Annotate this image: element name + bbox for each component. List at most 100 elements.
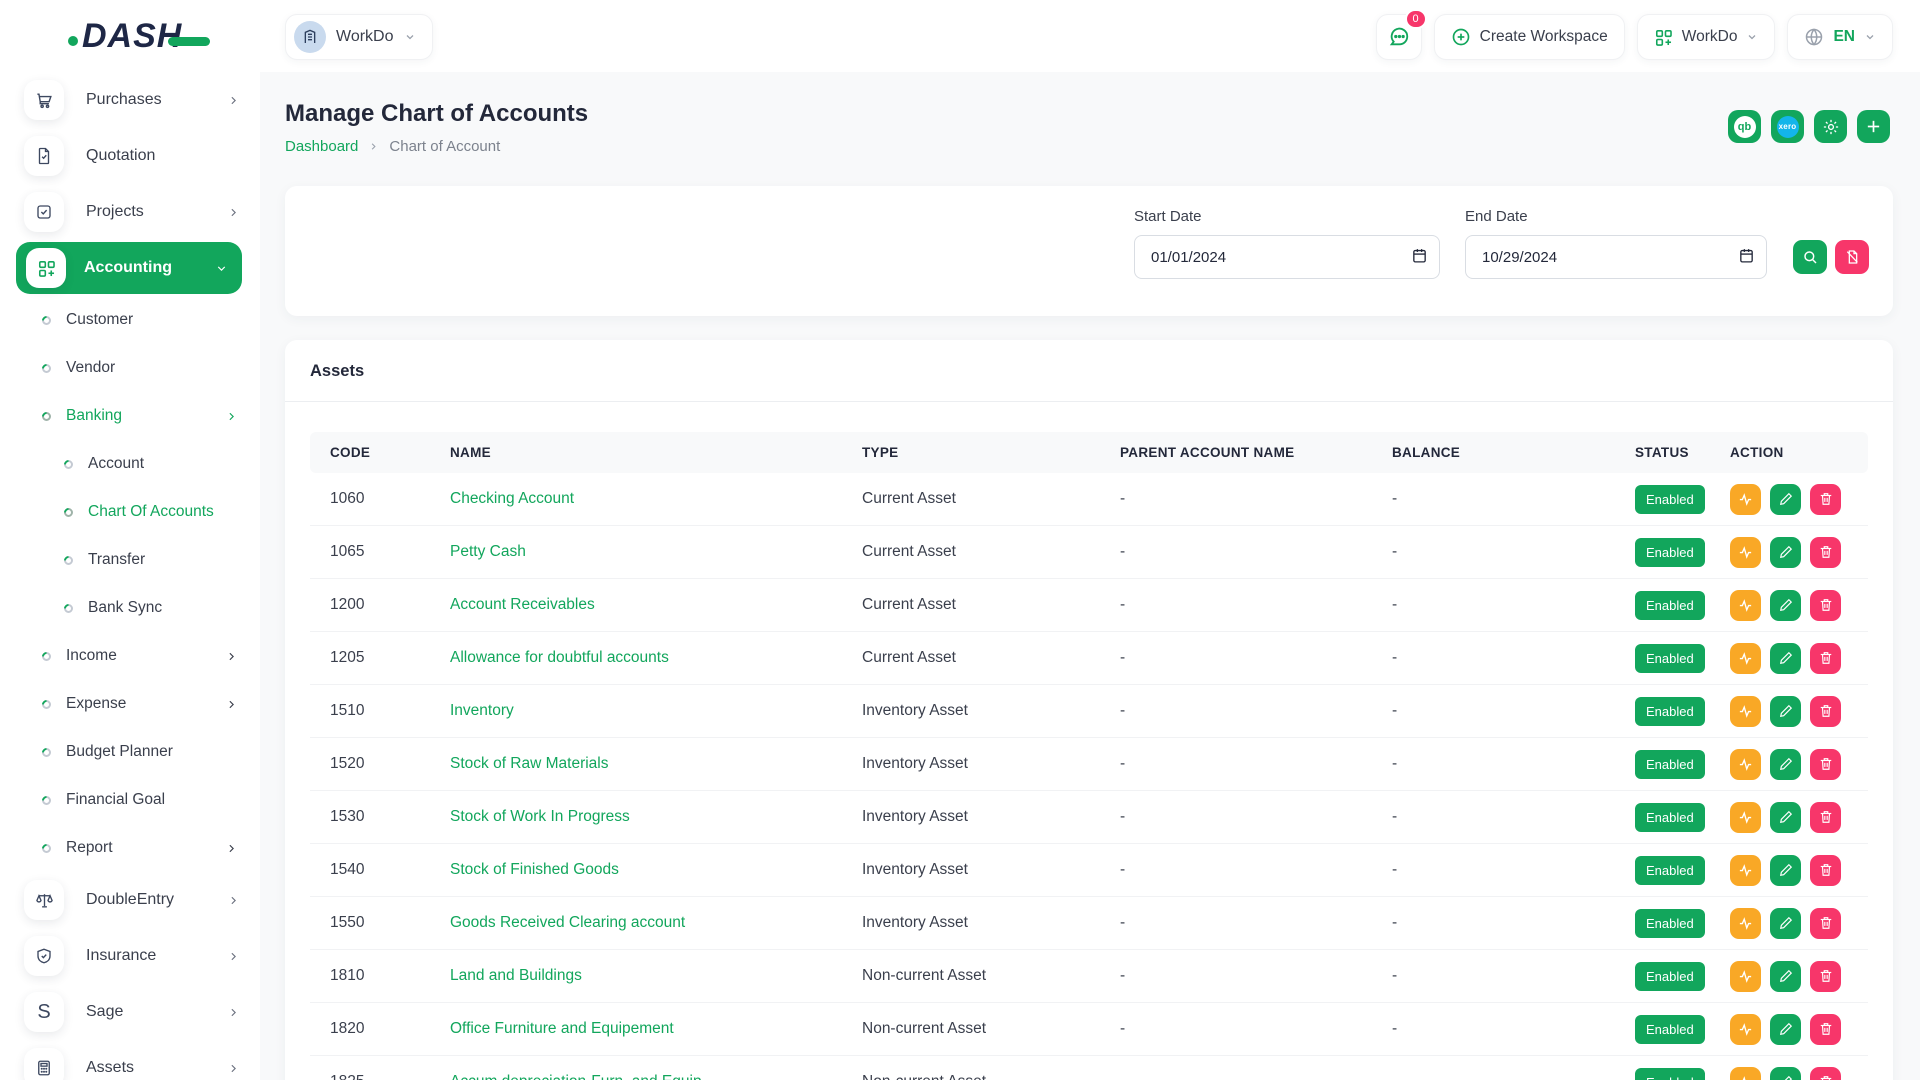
add-account-button[interactable]	[1857, 110, 1890, 143]
account-name-link[interactable]: Petty Cash	[450, 543, 526, 560]
edit-button[interactable]	[1770, 590, 1801, 621]
trash-icon	[1819, 810, 1833, 824]
activity-button[interactable]	[1730, 749, 1761, 780]
delete-button[interactable]	[1810, 537, 1841, 568]
edit-button[interactable]	[1770, 1067, 1801, 1080]
activity-button[interactable]	[1730, 855, 1761, 886]
workspace-switcher-label: WorkDo	[1682, 28, 1738, 46]
sidebar-item-bank-sync[interactable]: Bank Sync	[0, 584, 260, 632]
sidebar-item-assets[interactable]: Assets	[0, 1040, 260, 1080]
activity-button[interactable]	[1730, 908, 1761, 939]
edit-button[interactable]	[1770, 537, 1801, 568]
account-name-link[interactable]: Inventory	[450, 702, 514, 719]
account-name-link[interactable]: Stock of Work In Progress	[450, 808, 630, 825]
language-selector[interactable]: EN	[1787, 14, 1893, 60]
account-name-link[interactable]: Office Furniture and Equipement	[450, 1020, 674, 1037]
end-date-label: End Date	[1465, 208, 1767, 225]
edit-button[interactable]	[1770, 961, 1801, 992]
cell-parent-account: -	[1100, 473, 1372, 526]
status-badge: Enabled	[1635, 750, 1705, 779]
delete-button[interactable]	[1810, 961, 1841, 992]
account-name-link[interactable]: Stock of Finished Goods	[450, 861, 619, 878]
account-name-link[interactable]: Account Receivables	[450, 596, 595, 613]
sidebar-item-quotation[interactable]: Quotation	[0, 128, 260, 184]
create-workspace-button[interactable]: Create Workspace	[1434, 14, 1625, 60]
sidebar-item-doubleentry[interactable]: DoubleEntry	[0, 872, 260, 928]
sidebar-item-transfer[interactable]: Transfer	[0, 536, 260, 584]
reset-filter-button[interactable]	[1835, 240, 1869, 274]
settings-button[interactable]	[1814, 110, 1847, 143]
delete-button[interactable]	[1810, 590, 1841, 621]
start-date-input[interactable]	[1134, 235, 1440, 279]
sidebar-item-accounting[interactable]: Accounting	[16, 242, 242, 294]
account-name-link[interactable]: Land and Buildings	[450, 967, 582, 984]
chat-button[interactable]: 0	[1376, 14, 1422, 60]
trash-icon	[1819, 704, 1833, 718]
edit-button[interactable]	[1770, 855, 1801, 886]
account-name-link[interactable]: Checking Account	[450, 490, 574, 507]
sidebar-item-vendor[interactable]: Vendor	[0, 344, 260, 392]
chevron-right-icon	[227, 1062, 240, 1075]
activity-button[interactable]	[1730, 961, 1761, 992]
activity-button[interactable]	[1730, 696, 1761, 727]
table-row: 1205 Allowance for doubtful accounts Cur…	[310, 632, 1868, 685]
pencil-icon	[1779, 810, 1793, 824]
sidebar-item-budget-planner[interactable]: Budget Planner	[0, 728, 260, 776]
sidebar-item-report[interactable]: Report	[0, 824, 260, 872]
activity-button[interactable]	[1730, 537, 1761, 568]
edit-button[interactable]	[1770, 749, 1801, 780]
edit-button[interactable]	[1770, 1014, 1801, 1045]
edit-button[interactable]	[1770, 696, 1801, 727]
sidebar-item-purchases[interactable]: Purchases	[0, 72, 260, 128]
account-name-link[interactable]: Allowance for doubtful accounts	[450, 649, 669, 666]
sidebar-item-label: Purchases	[86, 91, 227, 109]
end-date-input[interactable]	[1465, 235, 1767, 279]
activity-button[interactable]	[1730, 1014, 1761, 1045]
sidebar-item-label: Bank Sync	[88, 599, 238, 617]
activity-button[interactable]	[1730, 590, 1761, 621]
quickbooks-button[interactable]: qb	[1728, 110, 1761, 143]
delete-button[interactable]	[1810, 484, 1841, 515]
brand-logo[interactable]: DASH	[68, 17, 210, 56]
sidebar-item-projects[interactable]: Projects	[0, 184, 260, 240]
sidebar-item-customer[interactable]: Customer	[0, 296, 260, 344]
sidebar-item-insurance[interactable]: Insurance	[0, 928, 260, 984]
workspace-selector[interactable]: WorkDo	[285, 14, 433, 60]
edit-button[interactable]	[1770, 643, 1801, 674]
delete-button[interactable]	[1810, 643, 1841, 674]
sidebar-item-expense[interactable]: Expense	[0, 680, 260, 728]
sidebar-item-account[interactable]: Account	[0, 440, 260, 488]
delete-button[interactable]	[1810, 1067, 1841, 1080]
activity-button[interactable]	[1730, 484, 1761, 515]
activity-button[interactable]	[1730, 1067, 1761, 1080]
workspace-switcher[interactable]: WorkDo	[1637, 14, 1776, 60]
delete-button[interactable]	[1810, 1014, 1841, 1045]
account-name-link[interactable]: Goods Received Clearing account	[450, 914, 685, 931]
activity-button[interactable]	[1730, 802, 1761, 833]
bullet-icon	[62, 554, 75, 567]
delete-button[interactable]	[1810, 749, 1841, 780]
search-button[interactable]	[1793, 240, 1827, 274]
account-name-link[interactable]: Stock of Raw Materials	[450, 755, 609, 772]
xero-button[interactable]: xero	[1771, 110, 1804, 143]
sidebar-item-chart-of-accounts[interactable]: Chart Of Accounts	[0, 488, 260, 536]
edit-button[interactable]	[1770, 802, 1801, 833]
delete-button[interactable]	[1810, 696, 1841, 727]
sidebar-item-financial-goal[interactable]: Financial Goal	[0, 776, 260, 824]
activity-button[interactable]	[1730, 643, 1761, 674]
breadcrumb-dashboard-link[interactable]: Dashboard	[285, 138, 358, 155]
cell-code: 1810	[310, 950, 430, 1003]
column-header-code: CODE	[310, 432, 430, 473]
bullet-icon	[62, 458, 75, 471]
delete-button[interactable]	[1810, 855, 1841, 886]
edit-button[interactable]	[1770, 908, 1801, 939]
sidebar-item-sage[interactable]: S Sage	[0, 984, 260, 1040]
chevron-right-icon	[227, 94, 240, 107]
account-name-link[interactable]: Accum.depreciation-Furn. and Equip	[450, 1073, 702, 1080]
main-content: Manage Chart of Accounts Dashboard Chart…	[260, 72, 1920, 1080]
delete-button[interactable]	[1810, 802, 1841, 833]
edit-button[interactable]	[1770, 484, 1801, 515]
sidebar-item-banking[interactable]: Banking	[0, 392, 260, 440]
delete-button[interactable]	[1810, 908, 1841, 939]
sidebar-item-income[interactable]: Income	[0, 632, 260, 680]
